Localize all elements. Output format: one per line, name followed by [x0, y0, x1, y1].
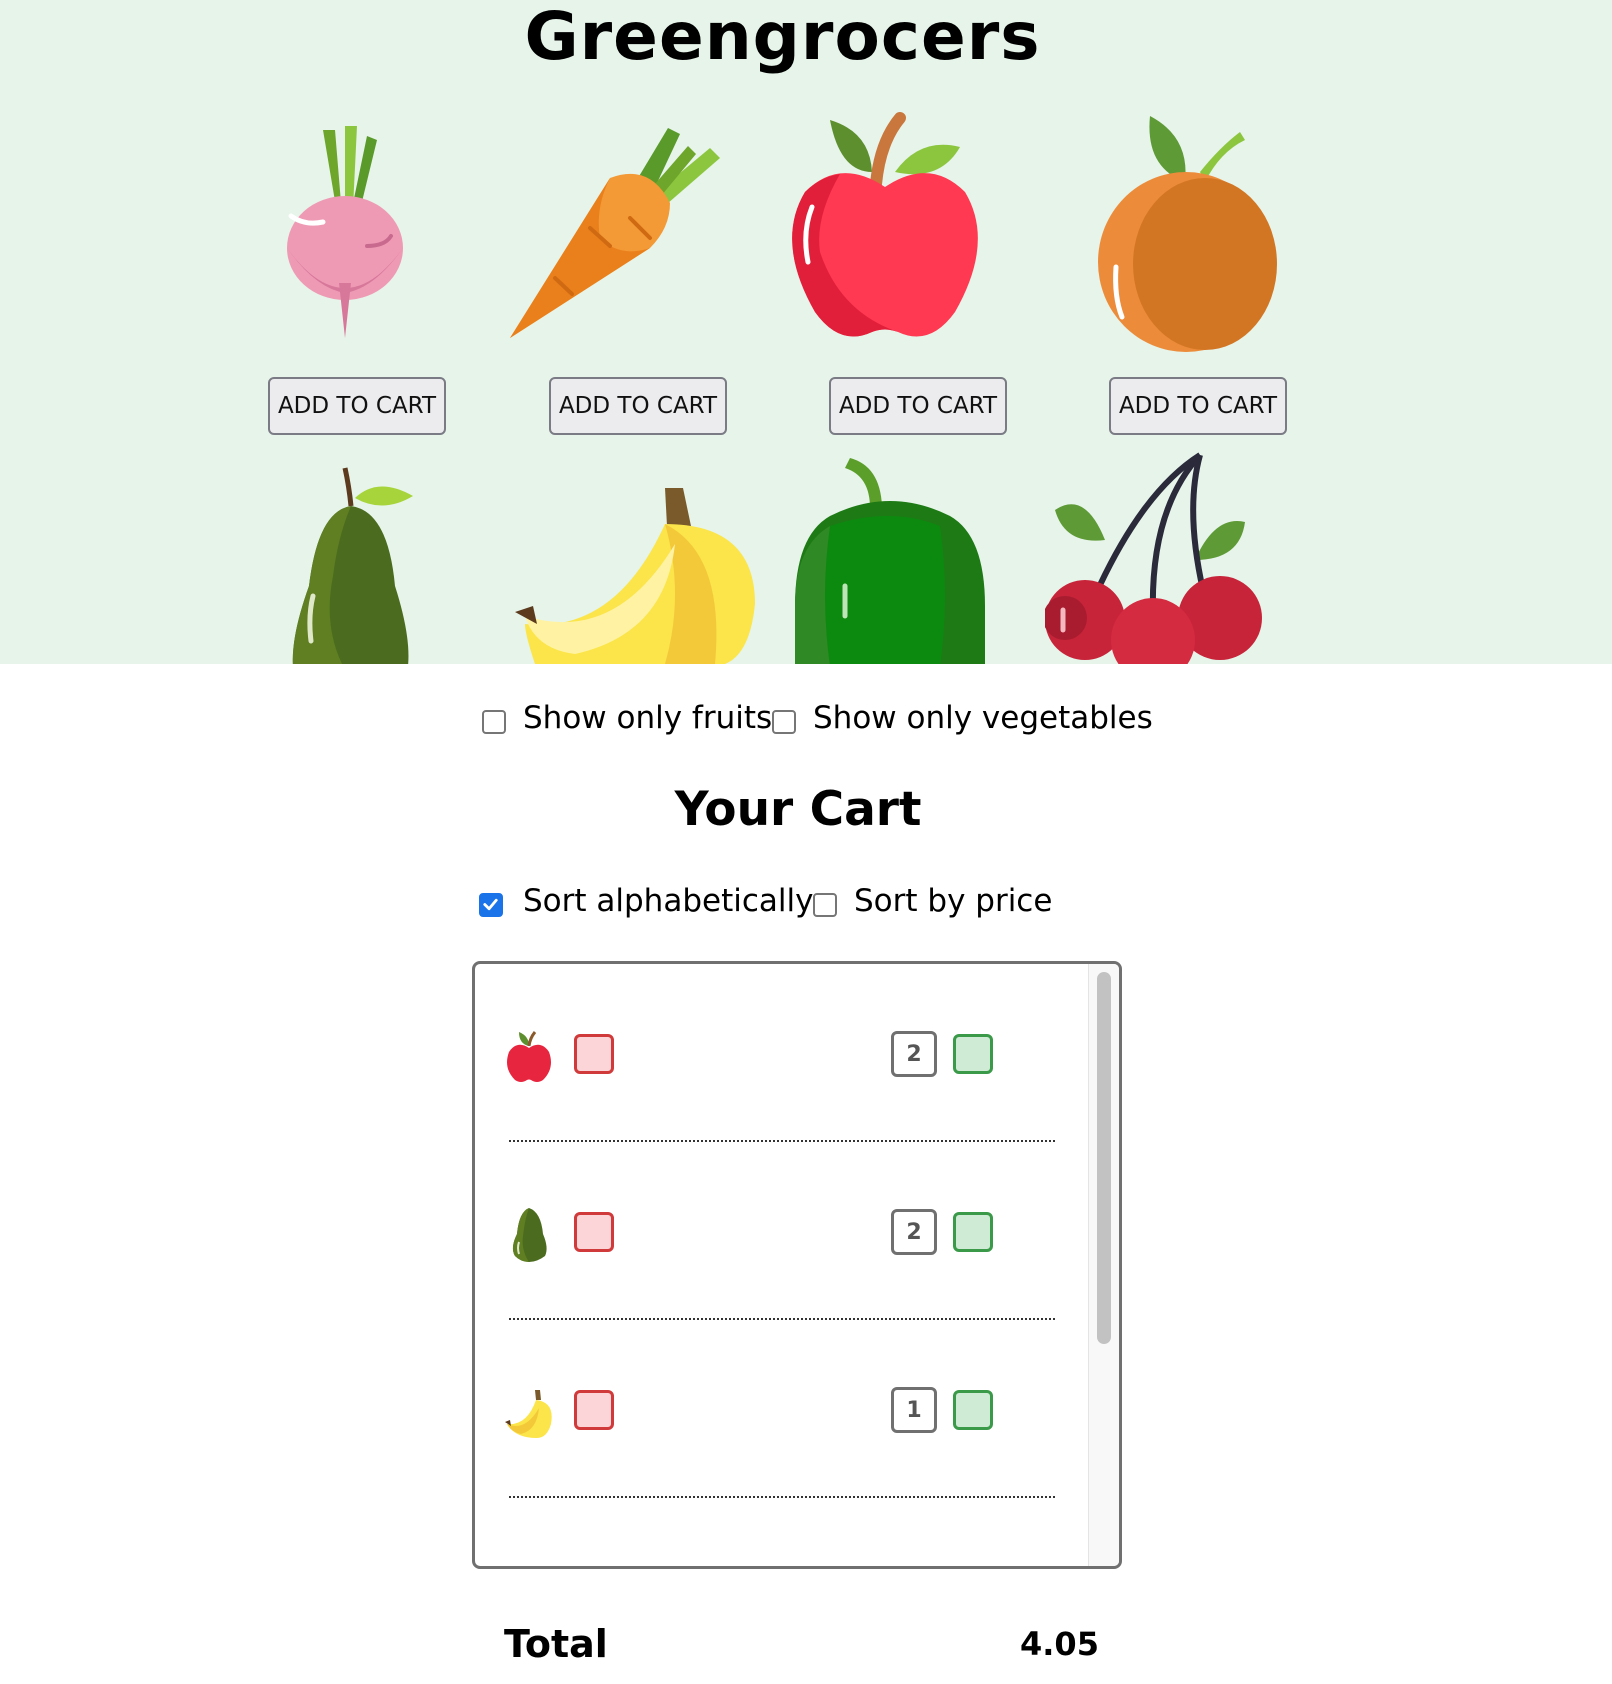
cart-item: 2 [475, 1142, 1091, 1320]
add-to-cart-button[interactable]: ADD TO CART [1109, 377, 1287, 435]
page-title: Greengrocers [524, 0, 1041, 75]
add-to-cart-button[interactable]: ADD TO CART [268, 377, 446, 435]
sort-alphabetically-label: Sort alphabetically [523, 883, 814, 919]
add-to-cart-button[interactable]: ADD TO CART [829, 377, 1007, 435]
item-quantity: 2 [891, 1209, 937, 1255]
banana-icon [515, 488, 755, 664]
remove-item-button[interactable] [574, 1034, 614, 1074]
sort-by-price-checkbox[interactable] [813, 893, 837, 917]
carrot-icon [510, 128, 720, 338]
apple-icon [792, 112, 978, 337]
increase-item-button[interactable] [953, 1212, 993, 1252]
remove-item-button[interactable] [574, 1212, 614, 1252]
add-to-cart-button[interactable]: ADD TO CART [549, 377, 727, 435]
sort-alphabetically-checkbox[interactable] [479, 893, 503, 917]
avocado-icon [292, 467, 413, 664]
row-divider [509, 1496, 1055, 1498]
radish-icon [287, 126, 403, 338]
cart-scrollbar[interactable] [1088, 964, 1119, 1566]
remove-item-button[interactable] [574, 1390, 614, 1430]
sort-by-price-label: Sort by price [854, 883, 1053, 919]
cherry-icon [1045, 452, 1262, 664]
cart-item: 1 [475, 1320, 1091, 1498]
increase-item-button[interactable] [953, 1034, 993, 1074]
checkmark-icon [483, 898, 498, 911]
show-only-vegetables-checkbox[interactable] [772, 710, 796, 734]
total-value: 4.05 [1020, 1625, 1099, 1663]
show-only-fruits-checkbox[interactable] [482, 710, 506, 734]
avocado-icon [512, 1208, 547, 1262]
show-only-fruits-label: Show only fruits [523, 700, 773, 736]
apple-icon [507, 1031, 551, 1082]
cart-list[interactable]: 2 2 1 [472, 961, 1122, 1569]
item-quantity: 2 [891, 1031, 937, 1077]
banana-icon [505, 1390, 552, 1438]
apricot-icon [1098, 116, 1277, 352]
cart-item: 2 [475, 964, 1091, 1142]
item-quantity: 1 [891, 1387, 937, 1433]
total-label: Total [504, 1622, 608, 1666]
show-only-vegetables-label: Show only vegetables [813, 700, 1153, 736]
product-store: Greengrocers ADD TO CART ADD TO CART ADD… [0, 0, 1612, 664]
increase-item-button[interactable] [953, 1390, 993, 1430]
pepper-icon [795, 458, 985, 664]
cart-scrollbar-thumb[interactable] [1097, 972, 1111, 1344]
cart-title: Your Cart [674, 782, 922, 837]
